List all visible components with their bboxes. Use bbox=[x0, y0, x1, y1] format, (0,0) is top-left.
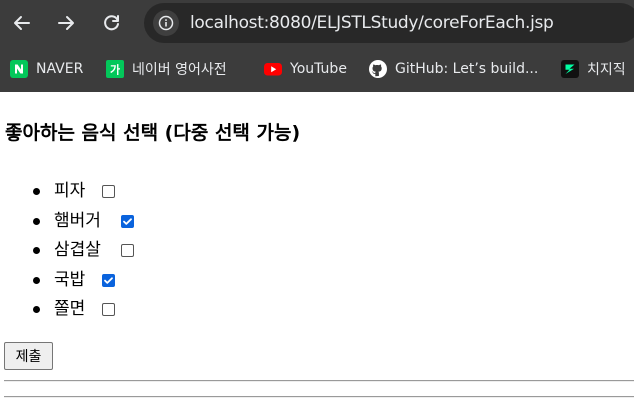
page-title: 좋아하는 음식 선택 (다중 선택 가능) bbox=[5, 122, 301, 144]
food-label-hamburger: 햄버거 bbox=[54, 210, 101, 231]
reload-icon[interactable] bbox=[99, 10, 125, 36]
youtube-icon bbox=[264, 60, 282, 78]
browser-toolbar: localhost:8080/ELJSTLStudy/coreForEach.j… bbox=[0, 0, 634, 46]
checkbox-pizza[interactable] bbox=[102, 185, 115, 198]
address-bar[interactable]: localhost:8080/ELJSTLStudy/coreForEach.j… bbox=[144, 3, 634, 43]
submit-button[interactable]: 제출 bbox=[4, 342, 53, 370]
bookmark-naver-dictionary[interactable]: 가 네이버 영어사전 bbox=[106, 46, 227, 92]
food-label-samgyeopsal: 삼겹살 bbox=[54, 240, 101, 260]
bookmark-label: GitHub: Let’s build... bbox=[395, 61, 539, 77]
checkbox-hamburger[interactable] bbox=[121, 214, 134, 228]
naver-icon bbox=[10, 60, 28, 78]
svg-text:가: 가 bbox=[110, 63, 120, 77]
bookmark-label: 치지직 bbox=[587, 62, 626, 78]
food-label-pizza: 피자 bbox=[54, 181, 86, 201]
checkbox-jjolmyeon[interactable] bbox=[102, 303, 115, 316]
bookmark-naver[interactable]: NAVER bbox=[10, 46, 83, 92]
divider bbox=[4, 396, 634, 398]
back-arrow-icon[interactable] bbox=[9, 10, 35, 36]
bookmark-chzzk[interactable]: 치지직 bbox=[561, 46, 626, 92]
divider bbox=[4, 380, 634, 382]
food-label-jjolmyeon: 쫄면 bbox=[54, 299, 86, 319]
bookmark-github[interactable]: GitHub: Let’s build... bbox=[369, 46, 538, 92]
naver-dictionary-icon: 가 bbox=[106, 60, 124, 78]
checkbox-gukbap[interactable] bbox=[102, 273, 115, 287]
bookmark-label: 네이버 영어사전 bbox=[132, 62, 227, 78]
bullet bbox=[33, 247, 40, 254]
bookmark-label: NAVER bbox=[36, 61, 84, 77]
page-content: 좋아하는 음식 선택 (다중 선택 가능) 피자 햄버거 삼겹살 국밥 쫄면 제… bbox=[0, 92, 634, 410]
forward-arrow-icon[interactable] bbox=[53, 10, 79, 36]
checkmark-icon bbox=[104, 276, 113, 284]
bookmarks-bar: NAVER 가 네이버 영어사전 YouTube GitHub: Let’s b… bbox=[0, 46, 634, 92]
bullet bbox=[33, 217, 40, 225]
github-icon bbox=[369, 60, 387, 78]
bullet bbox=[33, 188, 40, 195]
checkbox-samgyeopsal[interactable] bbox=[121, 244, 134, 257]
url-text[interactable]: localhost:8080/ELJSTLStudy/coreForEach.j… bbox=[190, 13, 554, 33]
food-label-gukbap: 국밥 bbox=[54, 269, 86, 290]
bullet bbox=[33, 276, 40, 284]
site-info-icon[interactable] bbox=[153, 10, 179, 36]
bookmark-youtube[interactable]: YouTube bbox=[264, 46, 347, 92]
chzzk-icon bbox=[561, 60, 579, 78]
checkmark-icon bbox=[123, 217, 132, 225]
bullet bbox=[33, 306, 40, 313]
bookmark-label: YouTube bbox=[290, 61, 347, 77]
